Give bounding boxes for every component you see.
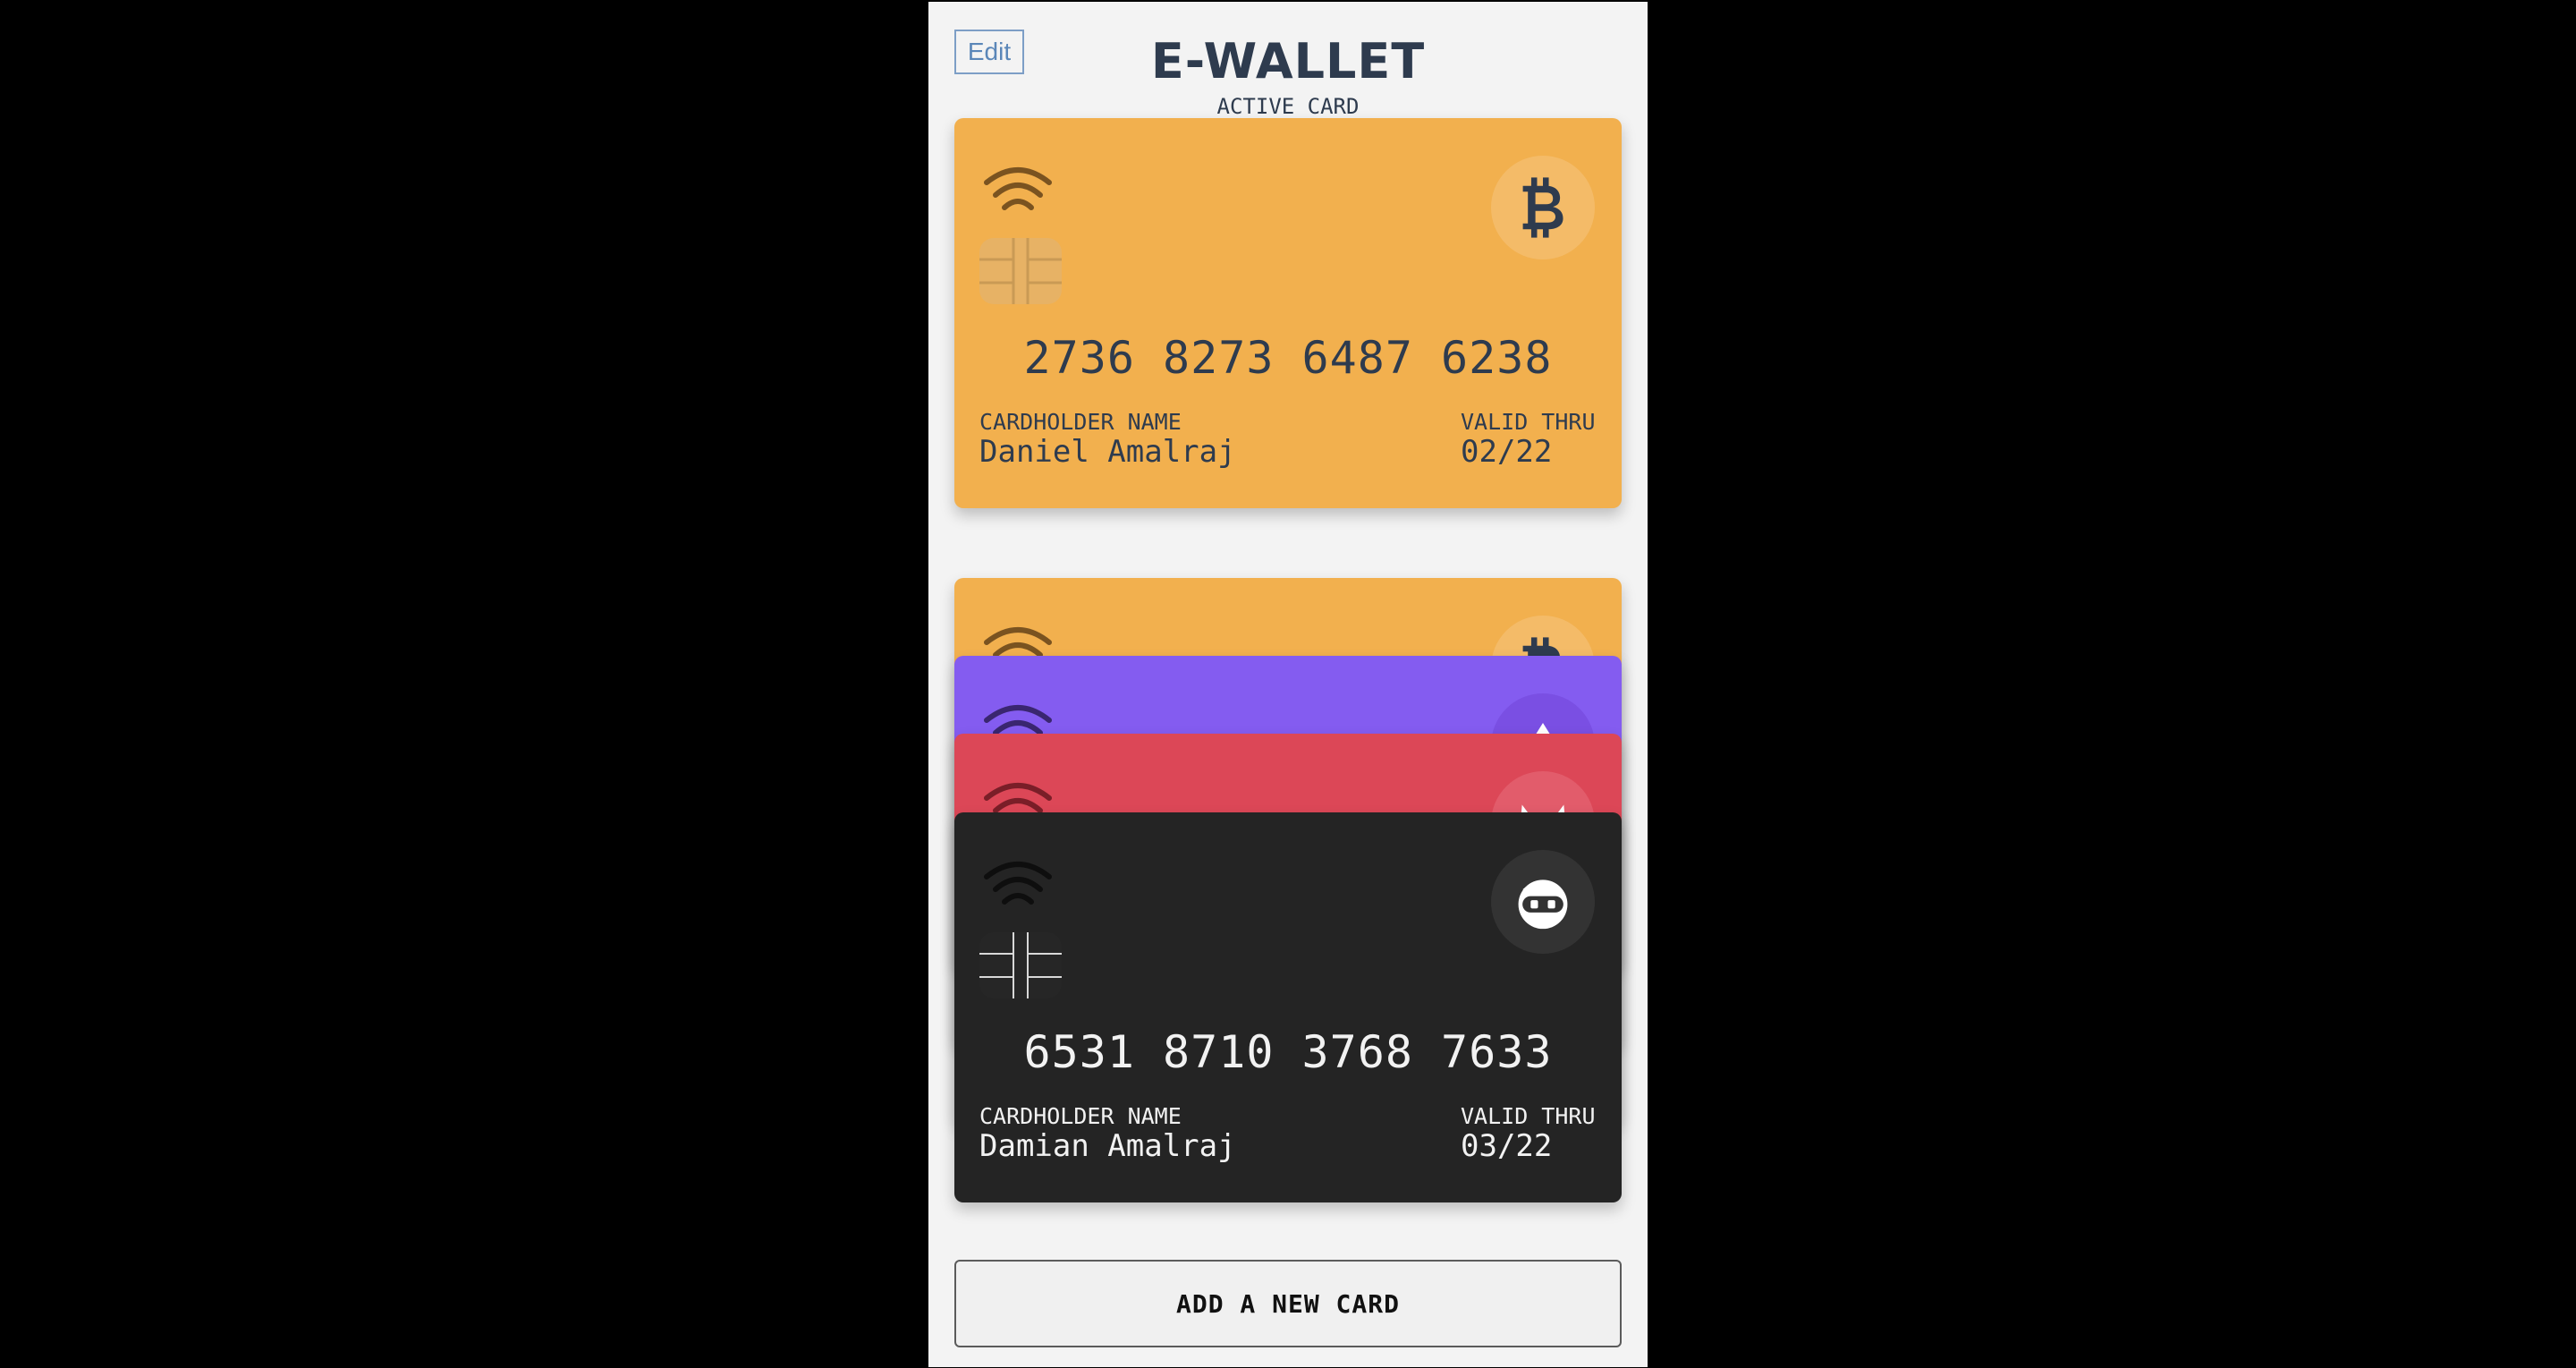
contactless-icon [984,862,1052,905]
valid-thru-label: VALID THRU [1461,1103,1596,1129]
valid-thru-value: 03/22 [1461,1128,1553,1164]
card-number: 2736 8273 6487 6238 [1023,332,1553,384]
stack-card-ninja[interactable]: 6531 8710 3768 7633 CARDHOLDER NAME Dami… [954,812,1622,1202]
ninja-icon [1491,850,1595,954]
chip-icon [979,932,1062,998]
active-card[interactable]: 2736 8273 6487 6238 CARDHOLDER NAME Dani… [954,118,1622,508]
card-number: 6531 8710 3768 7633 [1023,1026,1553,1078]
page-subtitle: ACTIVE CARD [1216,94,1360,119]
contactless-icon [984,167,1052,210]
valid-thru-value: 02/22 [1461,434,1553,470]
cardholder-label: CARDHOLDER NAME [979,409,1182,435]
cardholder-name: Damian Amalraj [979,1128,1236,1164]
cardholder-label: CARDHOLDER NAME [979,1103,1182,1129]
valid-thru-label: VALID THRU [1461,409,1596,435]
page-title: E-WALLET [1150,33,1426,89]
bitcoin-icon [1491,156,1595,259]
chip-icon [979,238,1062,304]
add-new-card-button[interactable]: ADD A NEW CARD [954,1260,1622,1347]
e-wallet-app: Edit E-WALLET ACTIVE CARD 2736 8273 6487… [928,2,1648,1367]
cardholder-name: Daniel Amalraj [979,434,1236,470]
